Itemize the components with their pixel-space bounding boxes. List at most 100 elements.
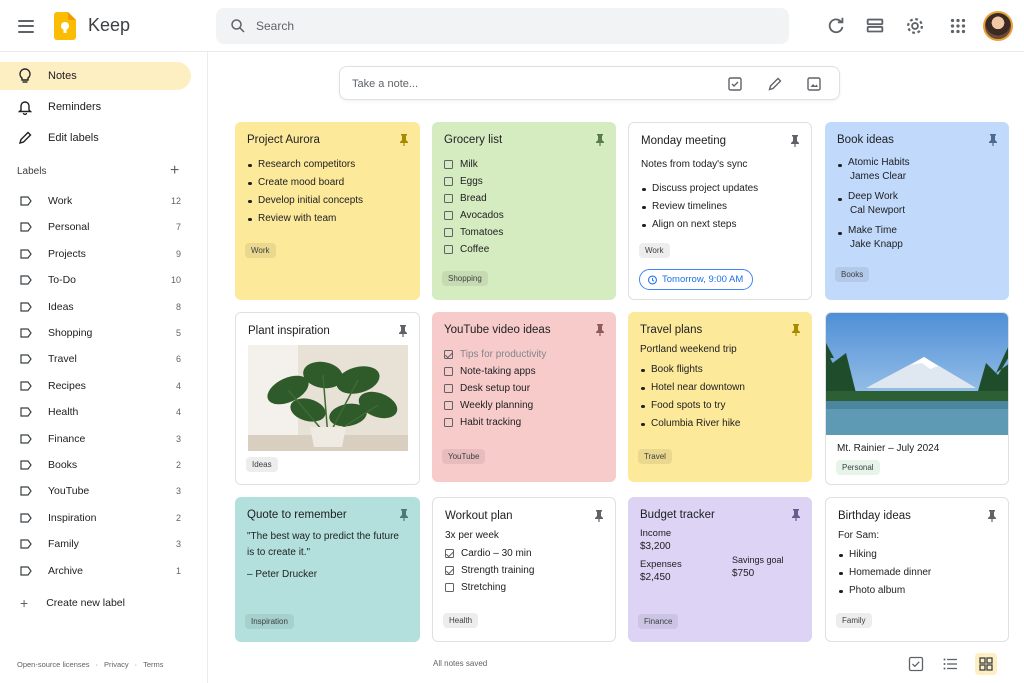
pin-icon[interactable]	[789, 134, 801, 148]
label-chip[interactable]: Finance	[638, 614, 679, 629]
label-chip[interactable]: Ideas	[246, 457, 278, 472]
checkbox[interactable]	[444, 401, 453, 410]
label-count: 4	[175, 380, 181, 391]
sidebar-label-work[interactable]: Work 12	[0, 190, 191, 212]
pin-icon[interactable]	[593, 509, 605, 523]
sidebar-label-youtube[interactable]: YouTube 3	[0, 480, 191, 502]
take-note-bar[interactable]: Take a note...	[339, 66, 840, 100]
label-chip[interactable]: Work	[639, 243, 670, 258]
sidebar-label-health[interactable]: Health 4	[0, 401, 191, 423]
checkbox[interactable]	[444, 418, 453, 427]
checkbox[interactable]	[444, 194, 453, 203]
sidebar-label-archive[interactable]: Archive 1	[0, 560, 191, 582]
pin-icon[interactable]	[594, 133, 606, 147]
note-card-quote[interactable]: Quote to remember "The best way to predi…	[235, 497, 420, 642]
keep-logo-icon	[54, 12, 76, 40]
note-card-monday-meeting[interactable]: Monday meeting Notes from today's sync D…	[628, 122, 812, 300]
label-chip[interactable]: Books	[835, 267, 870, 282]
add-label-icon[interactable]: +	[170, 163, 179, 179]
checkbox[interactable]	[444, 367, 453, 376]
note-card-plant-inspiration[interactable]: Plant inspiration Ideas	[235, 312, 420, 485]
sidebar-label-ideas[interactable]: Ideas 8	[0, 296, 191, 318]
refresh-icon[interactable]	[825, 15, 847, 37]
sidebar-label-to-do[interactable]: To-Do 10	[0, 269, 191, 291]
label-tag-icon	[20, 539, 32, 549]
note-card-budget-tracker[interactable]: Budget tracker Income $3,200 Expenses $2…	[628, 497, 812, 642]
grid-layout-icon[interactable]	[977, 655, 995, 673]
label-name: Books	[48, 459, 78, 471]
pin-icon[interactable]	[398, 133, 410, 147]
note-card-workout-plan[interactable]: Workout plan 3x per week Cardio – 30 min…	[432, 497, 616, 642]
sidebar-label-travel[interactable]: Travel 6	[0, 348, 191, 370]
main-menu-icon[interactable]	[18, 15, 40, 37]
new-drawing-pencil-icon[interactable]	[767, 76, 783, 92]
new-image-icon[interactable]	[806, 76, 822, 92]
checkbox[interactable]	[444, 177, 453, 186]
checklist-view-icon[interactable]	[907, 655, 925, 673]
sidebar-label-personal[interactable]: Personal 7	[0, 216, 191, 238]
pin-icon[interactable]	[790, 323, 802, 337]
account-avatar[interactable]	[983, 11, 1013, 41]
pin-icon[interactable]	[397, 324, 409, 338]
note-card-youtube-ideas[interactable]: YouTube video ideas Tips for productivit…	[432, 312, 616, 482]
list-layout-icon[interactable]	[942, 655, 960, 673]
note-card-grocery-list[interactable]: Grocery list Milk Eggs Bread Avocados To…	[432, 122, 616, 300]
label-chip[interactable]: Inspiration	[245, 614, 294, 629]
checkbox[interactable]	[444, 160, 453, 169]
pin-icon[interactable]	[987, 133, 999, 147]
sidebar-label-projects[interactable]: Projects 9	[0, 243, 191, 265]
note-card-book-ideas[interactable]: Book ideas Atomic Habits James Clear Dee…	[825, 122, 1009, 300]
note-card-mt-rainier[interactable]: Mt. Rainier – July 2024 Personal	[825, 312, 1009, 485]
pin-icon[interactable]	[986, 509, 998, 523]
note-title: Budget tracker	[640, 509, 715, 521]
label-chip[interactable]: Personal	[836, 460, 880, 475]
new-list-checkbox-icon[interactable]	[727, 76, 743, 92]
pin-icon[interactable]	[398, 508, 410, 522]
checkbox[interactable]	[444, 350, 453, 359]
label-chip[interactable]: Health	[443, 613, 479, 628]
checkbox[interactable]	[444, 245, 453, 254]
income-value: $3,200	[640, 541, 671, 552]
search-bar[interactable]	[216, 8, 789, 44]
checkbox[interactable]	[445, 566, 454, 575]
nav-reminders[interactable]: Reminders	[0, 93, 191, 121]
create-label-button[interactable]: + Create new label	[20, 595, 125, 611]
licenses-link[interactable]: Open-source licenses	[17, 660, 90, 669]
nav-notes[interactable]: Notes	[0, 62, 191, 90]
note-card-travel-plans[interactable]: Travel plans Portland weekend trip Book …	[628, 312, 812, 482]
checkbox[interactable]	[445, 549, 454, 558]
sidebar-label-shopping[interactable]: Shopping 5	[0, 322, 191, 344]
label-chip[interactable]: YouTube	[442, 449, 486, 464]
label-tag-icon	[20, 196, 32, 206]
label-chip[interactable]: Shopping	[442, 271, 488, 286]
privacy-link[interactable]: Privacy	[104, 660, 129, 669]
terms-link[interactable]: Terms	[143, 660, 163, 669]
apps-grid-icon[interactable]	[947, 15, 969, 37]
reminder-chip[interactable]: Tomorrow, 9:00 AM	[639, 269, 754, 290]
sidebar-label-recipes[interactable]: Recipes 4	[0, 375, 191, 397]
settings-gear-icon[interactable]	[904, 15, 926, 37]
label-tag-icon	[20, 275, 32, 285]
checkbox[interactable]	[444, 211, 453, 220]
checkbox[interactable]	[445, 583, 454, 592]
sidebar-label-inspiration[interactable]: Inspiration 2	[0, 507, 191, 529]
search-icon[interactable]	[229, 17, 247, 35]
nav-edit-labels[interactable]: Edit labels	[0, 124, 191, 152]
label-count: 3	[175, 539, 181, 550]
label-chip[interactable]: Travel	[638, 449, 672, 464]
sidebar-label-books[interactable]: Books 2	[0, 454, 191, 476]
search-input[interactable]	[256, 8, 756, 44]
note-card-project-aurora[interactable]: Project Aurora Research competitors Crea…	[235, 122, 420, 300]
label-chip[interactable]: Work	[245, 243, 276, 258]
sidebar-label-finance[interactable]: Finance 3	[0, 428, 191, 450]
take-note-placeholder: Take a note...	[352, 78, 419, 90]
checkbox[interactable]	[444, 228, 453, 237]
list-view-icon[interactable]	[864, 15, 886, 37]
label-chip[interactable]: Family	[836, 613, 872, 628]
book-item: Atomic Habits	[837, 156, 997, 170]
sidebar-label-family[interactable]: Family 3	[0, 533, 191, 555]
pin-icon[interactable]	[790, 508, 802, 522]
note-card-birthday-ideas[interactable]: Birthday ideas For Sam: Hiking Homemade …	[825, 497, 1009, 642]
pin-icon[interactable]	[594, 323, 606, 337]
checkbox[interactable]	[444, 384, 453, 393]
